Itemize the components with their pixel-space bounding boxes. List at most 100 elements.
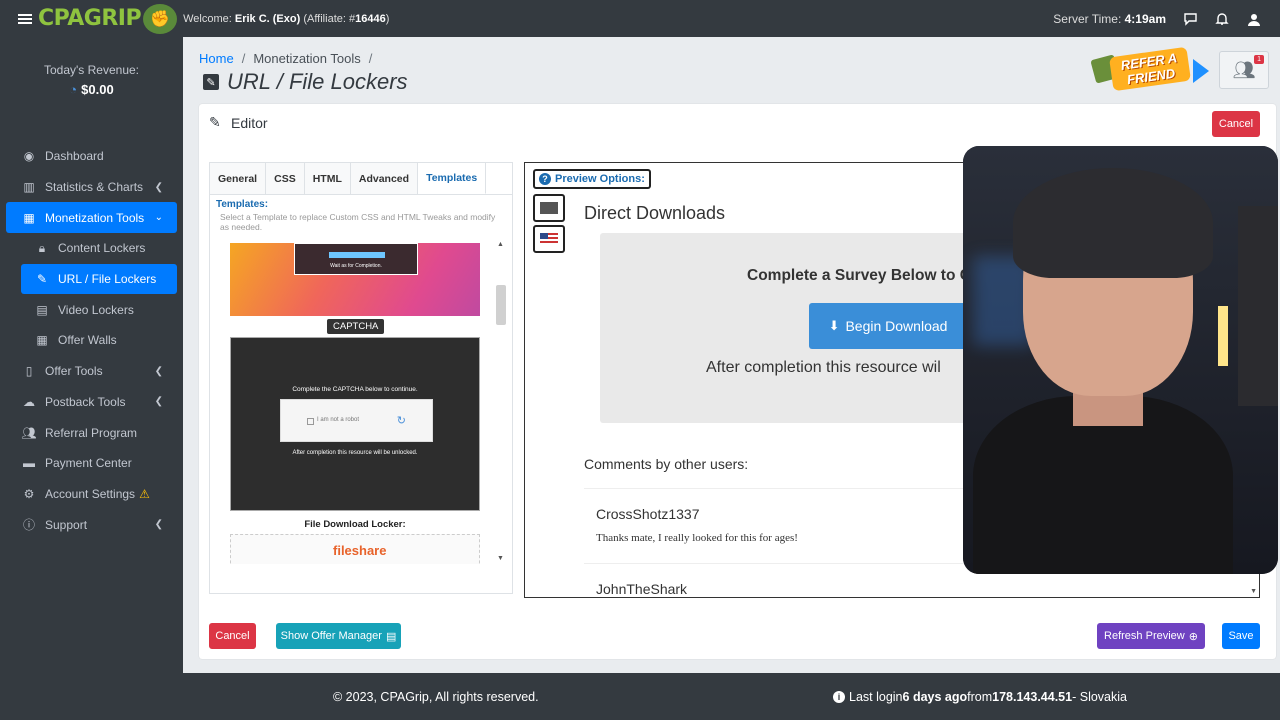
page-title: ✎ URL / File Lockers	[203, 69, 408, 95]
file-download-locker-label: File Download Locker:	[304, 519, 406, 530]
captcha-tooltip: CAPTCHA	[327, 319, 385, 334]
sidebar-item-support[interactable]: ⓘ Support ❮	[0, 509, 183, 540]
breadcrumb: Home / Monetization Tools /	[199, 51, 373, 66]
dashboard-icon: ◉	[23, 149, 35, 164]
revenue-widget: Today's Revenue: ◔ $0.00	[0, 37, 183, 141]
sidebar-item-postback-tools[interactable]: ☁ Postback Tools ❮	[0, 387, 183, 418]
preview-options-button[interactable]: ? Preview Options:	[533, 169, 651, 189]
templates-description: Select a Template to replace Custom CSS …	[220, 212, 496, 232]
us-flag-icon	[540, 233, 558, 245]
sidebar-item-video-lockers[interactable]: ▤ Video Lockers	[0, 294, 183, 325]
chevron-left-icon: ❮	[154, 365, 163, 377]
menu-toggle-icon[interactable]	[18, 12, 32, 26]
warning-icon: ⚠	[139, 486, 150, 501]
templates-list[interactable]: Wait as for Completion. CAPTCHA Complete…	[210, 239, 512, 564]
download-icon: ⬇	[828, 318, 840, 333]
notifications-bell-icon[interactable]	[1214, 11, 1230, 27]
user-menu-icon[interactable]	[1246, 11, 1262, 27]
card-title: Editor	[231, 114, 268, 131]
refer-a-friend-text: REFER A FRIEND	[1109, 46, 1191, 92]
survey-heading: Complete a Survey Below to C	[747, 267, 971, 284]
tab-general[interactable]: General	[210, 163, 267, 194]
comments-heading: Comments by other users:	[584, 456, 749, 472]
template-thumbnail-captcha[interactable]: Complete the CAPTCHA below to continue. …	[230, 337, 480, 511]
fileshare-logo: fileshare	[333, 543, 387, 558]
generic-flag-button[interactable]	[533, 194, 565, 222]
cancel-button-top[interactable]: Cancel	[1212, 111, 1260, 137]
tab-css[interactable]: CSS	[266, 163, 305, 194]
editor-tabs: General CSS HTML Advanced Templates	[210, 163, 512, 195]
messages-icon[interactable]	[1182, 11, 1198, 27]
sidebar-item-monetization-tools[interactable]: ▦ Monetization Tools ⌄	[6, 202, 177, 234]
revenue-label: Today's Revenue:	[43, 63, 139, 77]
money-icon: ▬	[23, 456, 35, 471]
chevron-left-icon: ❮	[154, 396, 163, 408]
tab-html[interactable]: HTML	[304, 163, 351, 194]
breadcrumb-monetization-tools[interactable]: Monetization Tools	[253, 51, 360, 66]
question-icon: ?	[539, 173, 551, 185]
comment-user: CrossShotz1337	[596, 506, 700, 522]
comment-text: Thanks mate, I really looked for this fo…	[596, 532, 798, 544]
template-thumbnail-gradient[interactable]: Wait as for Completion.	[230, 243, 480, 316]
affiliate-id: 16446	[355, 12, 386, 25]
show-offer-manager-button[interactable]: Show Offer Manager ▤	[276, 623, 401, 649]
user-name: Erik C. (Exo)	[234, 12, 301, 25]
begin-download-button[interactable]: ⬇ Begin Download	[809, 303, 967, 349]
sidebar-item-account-settings[interactable]: ⚙ Account Settings ⚠	[0, 479, 183, 510]
sidebar: Today's Revenue: ◔ $0.00 ◉ Dashboard ▥ Stat…	[0, 37, 183, 720]
sidebar-item-statistics[interactable]: ▥ Statistics & Charts ❮	[0, 172, 183, 203]
cloud-icon: ☁	[23, 394, 35, 409]
checkbox-icon	[307, 418, 314, 425]
sidebar-item-offer-walls[interactable]: ▦ Offer Walls	[0, 325, 183, 356]
sidebar-item-dashboard[interactable]: ◉ Dashboard	[0, 141, 183, 172]
scroll-down-icon[interactable]: ▼	[497, 555, 504, 562]
completion-text: After completion this resource wil	[706, 359, 941, 376]
edit-square-icon: ✎	[203, 74, 219, 90]
edit-icon: ✎	[36, 272, 48, 287]
save-button[interactable]: Save	[1222, 623, 1260, 649]
referral-count-badge: 1	[1254, 55, 1264, 64]
card-header: ✎ Editor	[199, 104, 1276, 141]
survey-box: Complete a Survey Below to C ⬇ Begin Down…	[600, 233, 1000, 423]
template-editor-panel: General CSS HTML Advanced Templates Temp…	[209, 162, 513, 594]
server-time: Server Time: 4:19am	[1053, 11, 1166, 26]
refresh-preview-button[interactable]: Refresh Preview ⊕	[1097, 623, 1205, 649]
scroll-down-icon[interactable]: ▼	[1250, 588, 1257, 595]
tab-advanced[interactable]: Advanced	[350, 163, 419, 194]
templates-scrollbar[interactable]: ▲ ▼	[496, 239, 506, 564]
progress-bar	[329, 252, 385, 258]
grid-icon: ▦	[23, 210, 35, 225]
referrals-button[interactable]: 👥︎ 1	[1219, 51, 1269, 89]
chevron-down-icon: ⌄	[154, 212, 163, 224]
arrow-right-icon	[1193, 59, 1209, 83]
sidebar-item-payment-center[interactable]: ▬ Payment Center	[0, 448, 183, 479]
tab-templates[interactable]: Templates	[418, 163, 487, 194]
film-icon: ▤	[36, 302, 48, 317]
lock-icon: 🔒︎	[38, 240, 46, 255]
scrollbar-thumb[interactable]	[496, 285, 506, 325]
page-footer: © 2023, CPAGrip, All rights reserved. i …	[183, 673, 1280, 720]
top-navbar: CPAGRIP ✊ Welcome: Erik C. (Exo) (Affili…	[0, 0, 1280, 37]
template-thumbnail-fileshare[interactable]: fileshare	[230, 534, 480, 564]
captcha-label: I am not a robot	[317, 417, 360, 423]
fist-logo-icon: ✊	[143, 3, 178, 34]
brand-logo[interactable]: CPAGRIP	[38, 6, 142, 31]
welcome-text: Welcome: Erik C. (Exo) (Affiliate: #1644…	[183, 12, 390, 25]
cancel-button[interactable]: Cancel	[209, 623, 256, 649]
info-icon: i	[833, 691, 845, 703]
clipboard-icon: ▤	[385, 630, 397, 643]
file-icon: ▯	[25, 364, 33, 379]
templates-label: Templates:	[216, 199, 269, 210]
sidebar-item-url-file-lockers[interactable]: ✎ URL / File Lockers	[21, 263, 177, 295]
refer-a-friend-banner[interactable]: REFER A FRIEND	[1090, 46, 1213, 92]
sidebar-item-referral-program[interactable]: 👥︎ Referral Program	[0, 417, 183, 448]
captcha-footer: After completion this resource will be u…	[292, 450, 418, 456]
captcha-title: Complete the CAPTCHA below to continue.	[292, 386, 418, 393]
sidebar-item-content-lockers[interactable]: 🔒︎ Content Lockers	[0, 233, 183, 264]
gauge-icon: ◔	[69, 82, 78, 97]
us-flag-button[interactable]	[533, 225, 565, 253]
breadcrumb-home[interactable]: Home	[199, 51, 234, 66]
last-login-info: i Last login 6 days ago from 178.143.44.…	[833, 690, 1127, 704]
scroll-up-icon[interactable]: ▲	[497, 241, 504, 248]
sidebar-item-offer-tools[interactable]: ▯ Offer Tools ❮	[0, 356, 183, 387]
